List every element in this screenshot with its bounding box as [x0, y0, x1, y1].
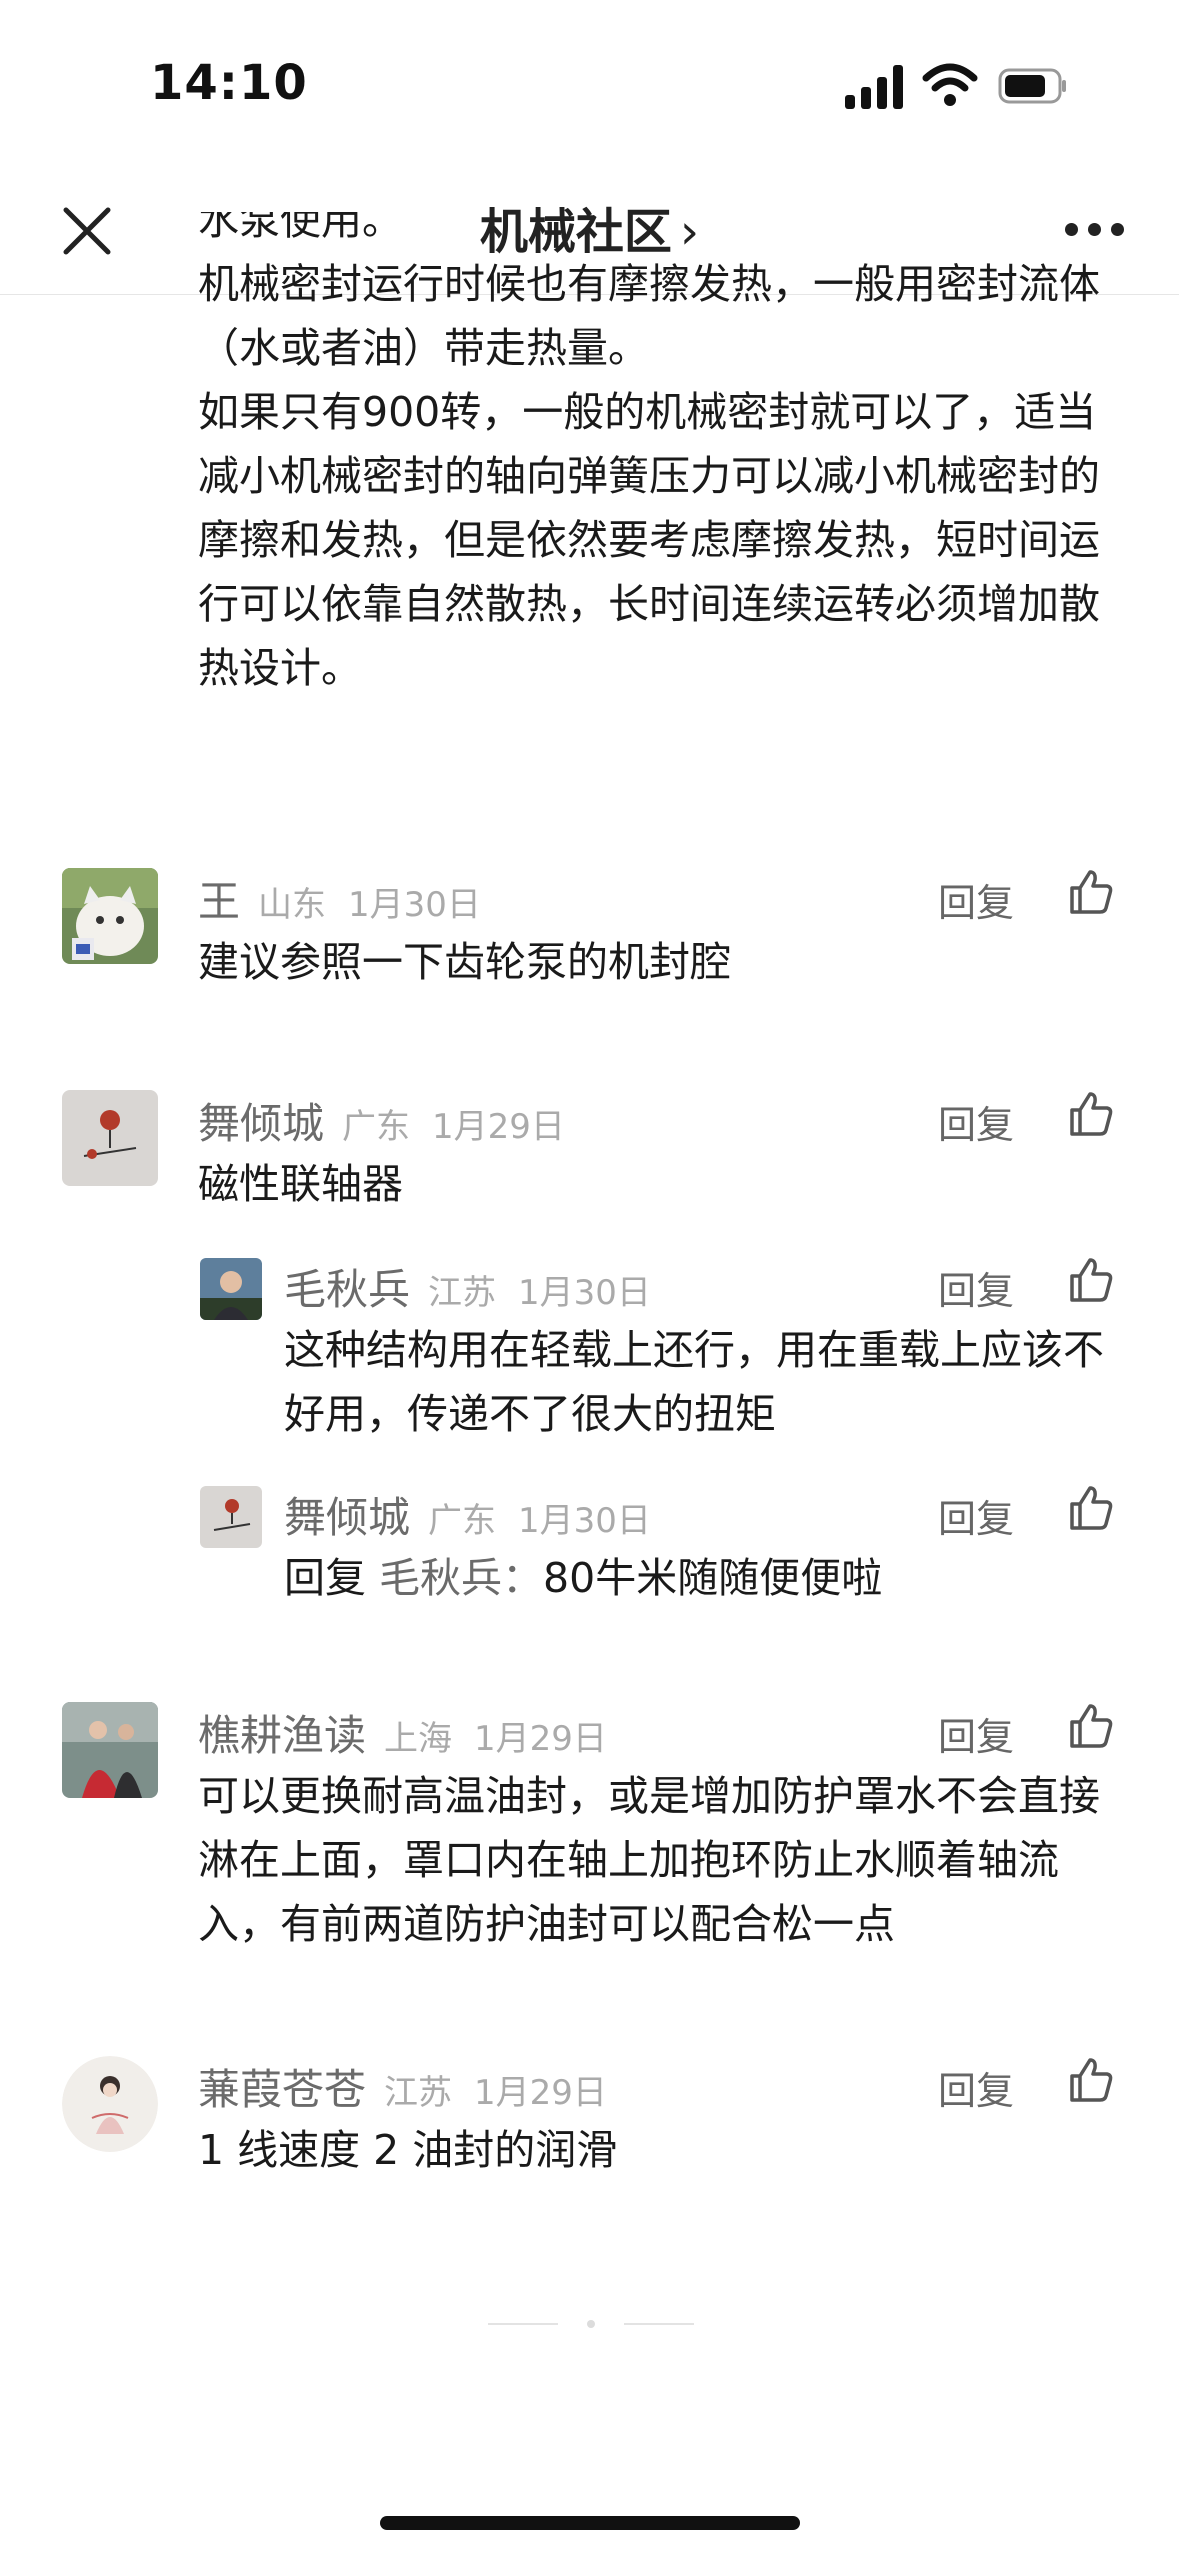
commenter-name[interactable]: 樵耕渔读	[198, 1702, 366, 1763]
reply-button[interactable]: 回复	[938, 1488, 1014, 1543]
reply-button[interactable]: 回复	[938, 1094, 1014, 1149]
comment-text: 磁性联轴器	[198, 1160, 403, 1208]
post-content: 水泵使用。 机械密封运行时候也有摩擦发热，一般用密封流体（水或者油）带走热量。 …	[198, 212, 1118, 700]
man-avatar-icon[interactable]	[200, 1258, 262, 1320]
ornament-avatar-icon[interactable]	[62, 1090, 158, 1186]
thumbs-up-icon[interactable]	[1066, 2056, 1114, 2104]
commenter-location: 江苏	[428, 1273, 497, 1313]
commenter-location: 上海	[384, 1719, 453, 1759]
commenter-name[interactable]: 毛秋兵	[284, 1256, 410, 1317]
lady-avatar-icon[interactable]	[62, 2056, 158, 2152]
reply-button[interactable]: 回复	[938, 2060, 1014, 2115]
thumbs-up-icon[interactable]	[1066, 1256, 1114, 1304]
commenter-location: 广东	[342, 1107, 411, 1147]
comment-date: 1月30日	[348, 885, 481, 925]
comment-date: 1月29日	[474, 1719, 607, 1759]
commenter-name[interactable]: 舞倾城	[198, 1090, 324, 1151]
thumbs-up-icon[interactable]	[1066, 1702, 1114, 1750]
comment-text: 建议参照一下齿轮泵的机封腔	[198, 938, 731, 986]
cellular-signal-icon	[845, 65, 903, 109]
comment-text: 回复 毛秋兵：80牛米随随便便啦	[284, 1546, 1118, 1610]
thumbs-up-icon[interactable]	[1066, 1090, 1114, 1138]
reply-button[interactable]: 回复	[938, 872, 1014, 927]
comment-text: 1 线速度 2 油封的润滑	[198, 2126, 618, 2174]
status-time: 14:10	[150, 55, 308, 111]
commenter-name[interactable]: 蒹葭苍苍	[198, 2056, 366, 2117]
comment-date: 1月29日	[432, 1107, 565, 1147]
comment-date: 1月29日	[474, 2073, 607, 2113]
comment-date: 1月30日	[518, 1501, 651, 1541]
end-of-list-indicator	[488, 2320, 694, 2328]
reply-button[interactable]: 回复	[938, 1706, 1014, 1761]
post-clipped-line: 水泵使用。	[198, 212, 403, 244]
reply-button[interactable]: 回复	[938, 1260, 1014, 1315]
cat-avatar-icon[interactable]	[62, 868, 158, 964]
couple-avatar-icon[interactable]	[62, 1702, 158, 1798]
commenter-location: 山东	[258, 885, 327, 925]
commenter-location: 广东	[428, 1501, 497, 1541]
commenter-name[interactable]: 舞倾城	[284, 1484, 410, 1545]
post-paragraph: 如果只有900转，一般的机械密封就可以了，适当减小机械密封的轴向弹簧压力可以减小…	[198, 388, 1100, 692]
wifi-icon	[922, 63, 978, 106]
thumbs-up-icon[interactable]	[1066, 1484, 1114, 1532]
battery-icon	[998, 68, 1066, 104]
thumbs-up-icon[interactable]	[1066, 868, 1114, 916]
comment-text: 这种结构用在轻载上还行，用在重载上应该不好用，传递不了很大的扭矩	[284, 1326, 1104, 1438]
reply-text: 80牛米随随便便啦	[543, 1554, 883, 1602]
post-paragraph: 机械密封运行时候也有摩擦发热，一般用密封流体（水或者油）带走热量。	[198, 260, 1100, 372]
ornament-avatar-icon[interactable]	[200, 1486, 262, 1548]
reply-prefix: 回复	[284, 1554, 366, 1602]
comment-text: 可以更换耐高温油封，或是增加防护罩水不会直接淋在上面，罩口内在轴上加抱环防止水顺…	[198, 1772, 1100, 1948]
commenter-name[interactable]: 王	[198, 868, 240, 929]
comment-date: 1月30日	[518, 1273, 651, 1313]
post-clipped-line-wrap: 水泵使用。	[198, 212, 1118, 252]
reply-to-name[interactable]: 毛秋兵：	[379, 1554, 543, 1602]
commenter-location: 江苏	[384, 2073, 453, 2113]
home-indicator[interactable]	[380, 2516, 800, 2530]
